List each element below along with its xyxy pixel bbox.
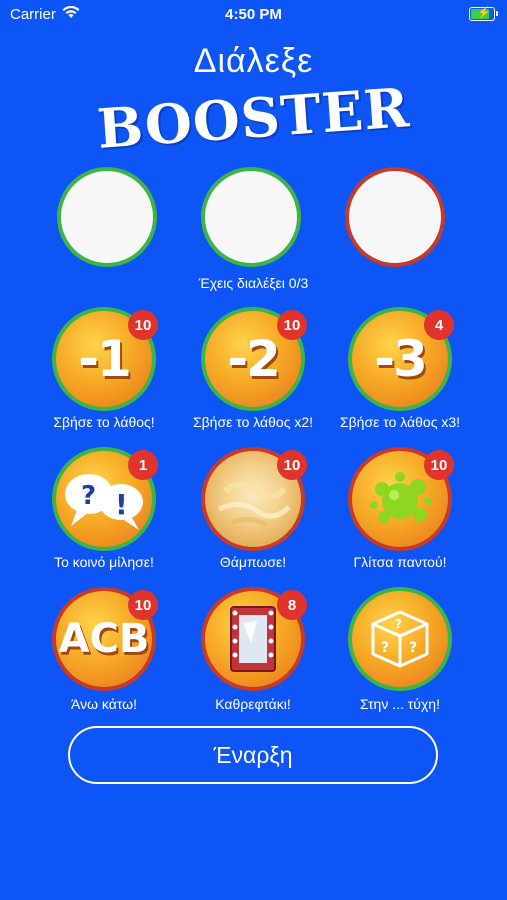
status-time: 4:50 PM <box>225 6 282 23</box>
booster-remove-wrong[interactable]: -1 10 <box>52 307 158 411</box>
booster-label: Θάμπωσε! <box>219 554 287 570</box>
count-badge: 4 <box>424 310 454 340</box>
svg-text:?: ? <box>395 617 402 631</box>
booster-label: Σβήσε το λάθος x3! <box>339 414 461 430</box>
booster-slime[interactable]: 10 <box>348 447 454 551</box>
svg-text:!: ! <box>115 488 128 521</box>
selected-slot-2[interactable] <box>201 167 301 267</box>
booster-label: Γλίτσα παντού! <box>353 554 447 570</box>
svg-text:?: ? <box>381 640 389 656</box>
svg-text:?: ? <box>81 481 96 511</box>
booster-mirror[interactable]: 8 <box>201 587 307 691</box>
booster-label: Καθρεφτάκι! <box>215 696 291 712</box>
status-bar: Carrier 4:50 PM ⚡ <box>0 0 507 28</box>
count-badge: 1 <box>128 450 158 480</box>
booster-upside-down[interactable]: ACB 10 <box>52 587 158 691</box>
count-badge: 10 <box>128 310 158 340</box>
svg-text:?: ? <box>409 640 417 656</box>
booster-label: Σβήσε το λάθος x2! <box>192 414 314 430</box>
booster-logo: BOOSTER <box>95 75 412 161</box>
booster-label: Στην ... τύχη! <box>360 696 440 712</box>
selected-count-text: Έχεις διαλέξει 0/3 <box>198 275 309 291</box>
mystery-box-icon: ? ? ? <box>348 587 452 691</box>
booster-blur[interactable]: 10 <box>201 447 307 551</box>
count-badge: 8 <box>277 590 307 620</box>
count-badge: 10 <box>128 590 158 620</box>
booster-remove-wrong-x3[interactable]: -3 4 <box>348 307 454 411</box>
booster-label: Σβήσε το λάθος! <box>53 414 155 430</box>
booster-label: Το κοινό μίλησε! <box>54 554 154 570</box>
battery-icon: ⚡ <box>469 7 498 21</box>
count-badge: 10 <box>277 450 307 480</box>
start-button[interactable]: Έναρξη <box>68 726 438 784</box>
selected-slot-1[interactable] <box>57 167 157 267</box>
count-badge: 10 <box>277 310 307 340</box>
count-badge: 10 <box>424 450 454 480</box>
booster-remove-wrong-x2[interactable]: -2 10 <box>201 307 307 411</box>
booster-label: Άνω κάτω! <box>71 696 137 712</box>
booster-audience[interactable]: ? ! 1 <box>52 447 158 551</box>
selected-slot-3[interactable] <box>345 167 445 267</box>
booster-random[interactable]: ? ? ? <box>348 587 452 691</box>
